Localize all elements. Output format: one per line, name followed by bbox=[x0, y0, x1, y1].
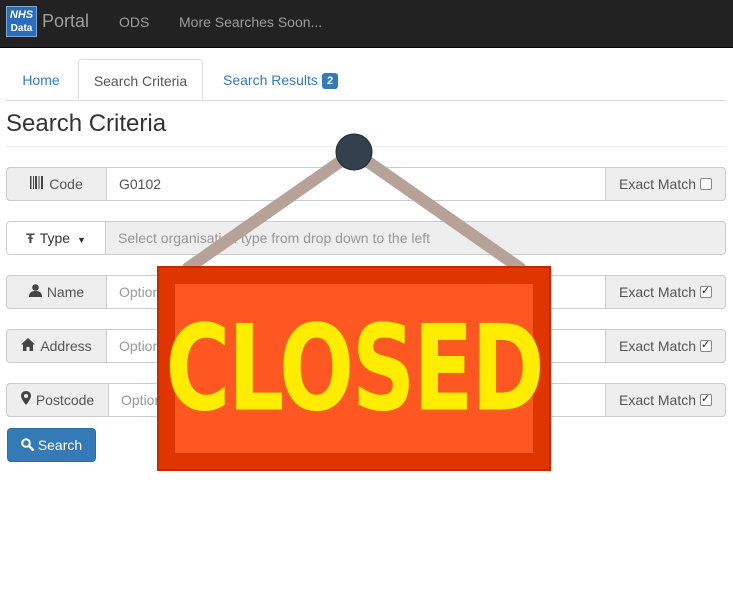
postcode-exact-match-label: Exact Match bbox=[618, 392, 697, 408]
name-exact-match-checkbox[interactable] bbox=[700, 286, 713, 298]
search-icon bbox=[21, 430, 35, 462]
type-label: Type bbox=[39, 230, 71, 246]
code-label: Code bbox=[49, 176, 83, 192]
postcode-exact-match-checkbox[interactable] bbox=[700, 394, 713, 406]
brand-name[interactable]: Portal bbox=[42, 11, 89, 32]
code-exact-match[interactable]: Exact Match bbox=[605, 167, 726, 201]
user-icon bbox=[28, 276, 42, 308]
name-input[interactable]: Optional bbox=[107, 275, 605, 309]
results-count-badge: 2 bbox=[321, 73, 339, 89]
type-dropdown-button[interactable]: Ŧ Type ▼ bbox=[6, 221, 106, 255]
code-exact-match-label: Exact Match bbox=[618, 176, 697, 192]
code-exact-match-checkbox[interactable] bbox=[700, 178, 713, 190]
postcode-addon: Postcode bbox=[6, 383, 109, 417]
top-navbar: NHS Data Portal ODS More Searches Soon..… bbox=[0, 0, 733, 48]
nhs-data-logo[interactable]: NHS Data bbox=[6, 6, 37, 37]
address-label: Address bbox=[40, 338, 92, 354]
postcode-input[interactable]: Optional bbox=[109, 383, 605, 417]
logo-text-nhs: NHS bbox=[9, 9, 34, 21]
nav-link-ods[interactable]: ODS bbox=[119, 14, 149, 30]
search-button-label: Search bbox=[37, 437, 83, 453]
name-addon: Name bbox=[6, 275, 107, 309]
address-addon: Address bbox=[6, 329, 107, 363]
type-input-group: Ŧ Type ▼ Select organisation type from dr… bbox=[6, 221, 726, 255]
search-button[interactable]: Search bbox=[7, 428, 96, 462]
logo-text-data: Data bbox=[10, 23, 33, 34]
address-exact-match-label: Exact Match bbox=[618, 338, 697, 354]
text-height-icon: Ŧ bbox=[26, 230, 35, 246]
code-input-group: Code G0102 Exact Match bbox=[6, 167, 726, 201]
code-addon: Code bbox=[6, 167, 107, 201]
map-marker-icon bbox=[20, 384, 31, 416]
tab-bar: Home Search Criteria Search Results 2 bbox=[6, 59, 726, 101]
name-label: Name bbox=[46, 284, 85, 300]
postcode-exact-match[interactable]: Exact Match bbox=[605, 383, 726, 417]
address-exact-match[interactable]: Exact Match bbox=[605, 329, 726, 363]
address-input-group: Address Optional Exact Match bbox=[6, 329, 726, 363]
name-input-group: Name Optional Exact Match bbox=[6, 275, 726, 309]
caret-down-icon: ▼ bbox=[76, 235, 86, 245]
title-divider bbox=[6, 146, 726, 147]
code-input[interactable]: G0102 bbox=[107, 167, 605, 201]
tab-search-results[interactable]: Search Results 2 bbox=[223, 59, 339, 100]
tab-search-results-label: Search Results bbox=[223, 72, 318, 88]
name-exact-match-label: Exact Match bbox=[618, 284, 697, 300]
closed-sign-inner-panel bbox=[175, 284, 533, 453]
type-display-field: Select organisation type from drop down … bbox=[106, 221, 726, 255]
home-icon bbox=[21, 330, 36, 362]
address-input[interactable]: Optional bbox=[107, 329, 605, 363]
address-exact-match-checkbox[interactable] bbox=[700, 340, 713, 352]
barcode-icon bbox=[30, 168, 44, 200]
name-exact-match[interactable]: Exact Match bbox=[605, 275, 726, 309]
page-title: Search Criteria bbox=[6, 110, 167, 137]
tab-search-criteria[interactable]: Search Criteria bbox=[78, 59, 203, 100]
tab-home[interactable]: Home bbox=[6, 59, 76, 100]
nav-link-more-searches[interactable]: More Searches Soon... bbox=[179, 14, 322, 30]
postcode-label: Postcode bbox=[35, 392, 95, 408]
postcode-input-group: Postcode Optional Exact Match bbox=[6, 383, 726, 417]
